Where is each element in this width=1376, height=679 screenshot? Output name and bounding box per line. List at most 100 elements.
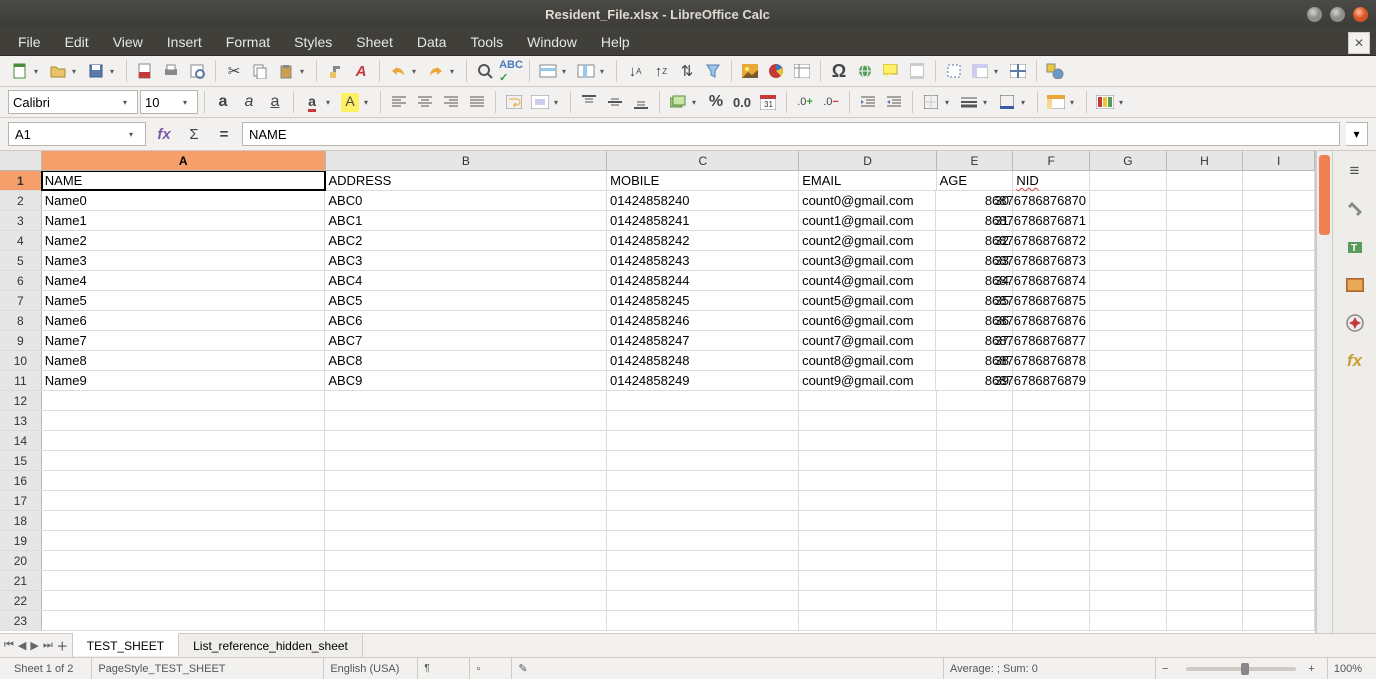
cell-F21[interactable]: [1013, 571, 1090, 590]
copy-button[interactable]: [248, 59, 272, 83]
cell-B21[interactable]: [325, 571, 607, 590]
window-minimize-button[interactable]: [1307, 7, 1322, 22]
cell-H4[interactable]: [1167, 231, 1244, 250]
cell-E19[interactable]: [937, 531, 1014, 550]
cell-D3[interactable]: count1@gmail.com: [799, 211, 936, 230]
cell-H18[interactable]: [1167, 511, 1244, 530]
cell-F7[interactable]: 86876786876875: [1013, 291, 1090, 310]
cell-G11[interactable]: [1090, 371, 1167, 390]
cell-A10[interactable]: Name8: [42, 351, 326, 370]
cell-E12[interactable]: [937, 391, 1014, 410]
redo-dropdown[interactable]: ▾: [450, 67, 460, 76]
cell-I18[interactable]: [1243, 511, 1315, 530]
cell-A21[interactable]: [42, 571, 326, 590]
cell-A7[interactable]: Name5: [42, 291, 326, 310]
sum-button[interactable]: Σ: [182, 122, 206, 146]
spreadsheet-grid[interactable]: 1NAMEADDRESSMOBILEEMAILAGENID2Name0ABC00…: [0, 171, 1315, 633]
cell-G20[interactable]: [1090, 551, 1167, 570]
cell-F4[interactable]: 86876786876872: [1013, 231, 1090, 250]
sort-button[interactable]: ⇅: [675, 59, 699, 83]
conditional-formatting-button[interactable]: [1093, 90, 1117, 114]
cell-I6[interactable]: [1243, 271, 1315, 290]
cell-A3[interactable]: Name1: [42, 211, 326, 230]
cell-E17[interactable]: [937, 491, 1014, 510]
row-header-16[interactable]: 16: [0, 471, 42, 490]
cell-D20[interactable]: [799, 551, 936, 570]
borders-button[interactable]: [919, 90, 943, 114]
headers-footers-button[interactable]: [905, 59, 929, 83]
cell-C11[interactable]: 01424858249: [607, 371, 799, 390]
align-right-button[interactable]: [439, 90, 463, 114]
vertical-scrollbar[interactable]: [1316, 151, 1332, 633]
cell-C8[interactable]: 01424858246: [607, 311, 799, 330]
cell-I20[interactable]: [1243, 551, 1315, 570]
cell-I22[interactable]: [1243, 591, 1315, 610]
redo-button[interactable]: [424, 59, 448, 83]
cell-H21[interactable]: [1167, 571, 1244, 590]
clear-formatting-button[interactable]: A: [349, 59, 373, 83]
cell-I16[interactable]: [1243, 471, 1315, 490]
cell-H8[interactable]: [1167, 311, 1244, 330]
save-button[interactable]: [84, 59, 108, 83]
split-window-button[interactable]: [1006, 59, 1030, 83]
highlight-color-button[interactable]: A: [338, 90, 362, 114]
cell-D18[interactable]: [799, 511, 936, 530]
cell-G22[interactable]: [1090, 591, 1167, 610]
cell-C4[interactable]: 01424858242: [607, 231, 799, 250]
formula-input[interactable]: NAME: [242, 122, 1340, 146]
cell-C10[interactable]: 01424858248: [607, 351, 799, 370]
cell-G1[interactable]: [1090, 171, 1167, 190]
cell-A8[interactable]: Name6: [42, 311, 326, 330]
row-header-5[interactable]: 5: [0, 251, 42, 270]
cell-H19[interactable]: [1167, 531, 1244, 550]
cell-C2[interactable]: 01424858240: [607, 191, 799, 210]
cell-A6[interactable]: Name4: [42, 271, 326, 290]
formula-button[interactable]: =: [212, 122, 236, 146]
row-header-4[interactable]: 4: [0, 231, 42, 250]
cell-H15[interactable]: [1167, 451, 1244, 470]
cell-D17[interactable]: [799, 491, 936, 510]
cell-I9[interactable]: [1243, 331, 1315, 350]
menu-sheet[interactable]: Sheet: [344, 30, 405, 54]
cell-H2[interactable]: [1167, 191, 1244, 210]
cell-A13[interactable]: [42, 411, 326, 430]
cell-C1[interactable]: MOBILE: [607, 171, 799, 190]
cell-B7[interactable]: ABC5: [325, 291, 607, 310]
row-header-1[interactable]: 1: [0, 171, 42, 190]
cell-F11[interactable]: 86876786876879: [1013, 371, 1090, 390]
cell-F2[interactable]: 86876786876870: [1013, 191, 1090, 210]
cell-A12[interactable]: [42, 391, 326, 410]
cell-A20[interactable]: [42, 551, 326, 570]
column-header-I[interactable]: I: [1243, 151, 1315, 170]
menu-window[interactable]: Window: [515, 30, 589, 54]
new-dropdown[interactable]: ▾: [34, 67, 44, 76]
sidebar-navigator-icon[interactable]: [1341, 309, 1369, 337]
status-signature[interactable]: ✎: [511, 658, 541, 679]
status-selection-mode[interactable]: ▫: [469, 658, 499, 679]
cell-G16[interactable]: [1090, 471, 1167, 490]
row-header-3[interactable]: 3: [0, 211, 42, 230]
undo-button[interactable]: [386, 59, 410, 83]
cell-C3[interactable]: 01424858241: [607, 211, 799, 230]
row-header-6[interactable]: 6: [0, 271, 42, 290]
cell-B2[interactable]: ABC0: [325, 191, 607, 210]
cell-G12[interactable]: [1090, 391, 1167, 410]
cell-I14[interactable]: [1243, 431, 1315, 450]
hyperlink-button[interactable]: [853, 59, 877, 83]
row-header-21[interactable]: 21: [0, 571, 42, 590]
cell-B20[interactable]: [325, 551, 607, 570]
cell-G3[interactable]: [1090, 211, 1167, 230]
zoom-in-button[interactable]: +: [1308, 663, 1314, 675]
row-header-19[interactable]: 19: [0, 531, 42, 550]
cell-B23[interactable]: [325, 611, 607, 630]
menu-data[interactable]: Data: [405, 30, 459, 54]
cell-E14[interactable]: [937, 431, 1014, 450]
cell-F13[interactable]: [1013, 411, 1090, 430]
status-language[interactable]: English (USA): [323, 658, 405, 679]
cell-H22[interactable]: [1167, 591, 1244, 610]
cell-G7[interactable]: [1090, 291, 1167, 310]
cell-B22[interactable]: [325, 591, 607, 610]
cell-H23[interactable]: [1167, 611, 1244, 630]
cell-C18[interactable]: [607, 511, 799, 530]
cell-F12[interactable]: [1013, 391, 1090, 410]
